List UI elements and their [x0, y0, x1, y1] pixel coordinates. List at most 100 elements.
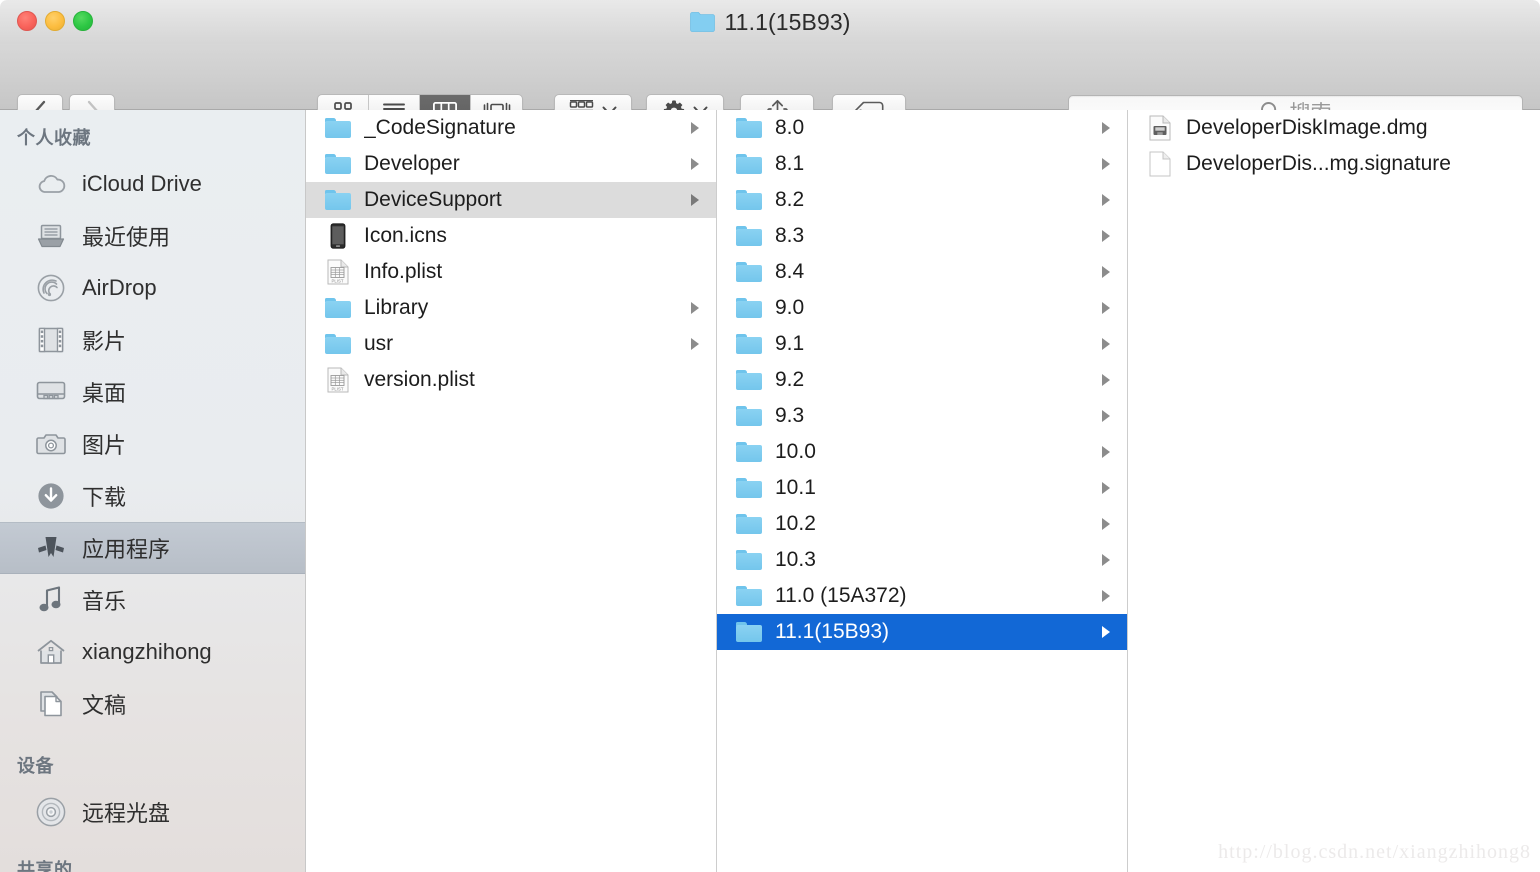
list-item[interactable]: usr	[306, 326, 716, 362]
minimize-button[interactable]	[45, 11, 65, 31]
sidebar-item-desktop[interactable]: 桌面	[0, 366, 305, 418]
list-item[interactable]: 10.3	[717, 542, 1127, 578]
sidebar[interactable]: 个人收藏 iCloud Drive 最近使用 AirDrop 影片 桌面 图片 …	[0, 110, 306, 872]
disclosure-arrow-icon[interactable]	[1099, 336, 1113, 352]
sidebar-item-airdrop[interactable]: AirDrop	[0, 262, 305, 314]
finder-window: 11.1(15B93) 个人收藏 iCloud Drive 最近使用 AirDr…	[0, 0, 1540, 872]
folder-icon	[324, 331, 352, 357]
disclosure-arrow-icon[interactable]	[1099, 588, 1113, 604]
dmg-icon	[1146, 115, 1174, 141]
sidebar-item-label: iCloud Drive	[82, 171, 202, 196]
list-item-label: Developer	[364, 152, 460, 175]
sidebar-item-label: xiangzhihong	[82, 639, 212, 664]
close-button[interactable]	[17, 11, 37, 31]
disclosure-arrow-icon[interactable]	[688, 120, 702, 136]
zoom-button[interactable]	[73, 11, 93, 31]
list-item[interactable]: PLIST Info.plist	[306, 254, 716, 290]
list-item[interactable]: 10.0	[717, 434, 1127, 470]
list-item-label: 11.1(15B93)	[775, 620, 890, 643]
list-item[interactable]: 8.1	[717, 146, 1127, 182]
list-item[interactable]: PLIST version.plist	[306, 362, 716, 398]
list-item[interactable]: 10.2	[717, 506, 1127, 542]
sidebar-item-documents[interactable]: 文稿	[0, 678, 305, 730]
list-item[interactable]: Developer	[306, 146, 716, 182]
sidebar-item-movies[interactable]: 影片	[0, 314, 305, 366]
disclosure-arrow-icon[interactable]	[1099, 408, 1113, 424]
folder-icon	[324, 187, 352, 213]
list-item[interactable]: 9.3	[717, 398, 1127, 434]
list-item-label: 9.1	[775, 332, 805, 355]
column-1[interactable]: _CodeSignature Developer DeviceSupport I…	[306, 110, 717, 872]
sidebar-item-downloads[interactable]: 下载	[0, 470, 305, 522]
list-item[interactable]: 9.2	[717, 362, 1127, 398]
disclosure-arrow-icon[interactable]	[1099, 120, 1113, 136]
list-item[interactable]: Icon.icns	[306, 218, 716, 254]
optical-disc-icon	[36, 797, 66, 827]
list-item-label: usr	[364, 332, 394, 355]
desktop-icon	[36, 377, 66, 407]
list-item-label: 10.2	[775, 512, 816, 535]
list-item-selected-inactive[interactable]: DeviceSupport	[306, 182, 716, 218]
list-item[interactable]: 10.1	[717, 470, 1127, 506]
pictures-icon	[36, 429, 66, 459]
list-item[interactable]: DeveloperDis...mg.signature	[1128, 146, 1539, 182]
list-item[interactable]: 11.0 (15A372)	[717, 578, 1127, 614]
folder-icon	[735, 583, 763, 609]
list-item-label: 8.4	[775, 260, 805, 283]
plist-icon: PLIST	[324, 367, 352, 393]
list-item-label: 9.0	[775, 296, 805, 319]
sidebar-item-icloud-drive[interactable]: iCloud Drive	[0, 158, 305, 210]
sidebar-item-music[interactable]: 音乐	[0, 574, 305, 626]
sidebar-item-pictures[interactable]: 图片	[0, 418, 305, 470]
folder-icon	[735, 547, 763, 573]
folder-icon	[735, 511, 763, 537]
list-item[interactable]: 8.2	[717, 182, 1127, 218]
list-item[interactable]: 9.0	[717, 290, 1127, 326]
disclosure-arrow-icon[interactable]	[1099, 552, 1113, 568]
sidebar-item-applications[interactable]: 应用程序	[0, 522, 305, 574]
folder-icon	[735, 439, 763, 465]
disclosure-arrow-icon[interactable]	[1099, 228, 1113, 244]
sidebar-item-label: 音乐	[82, 589, 127, 614]
folder-icon	[735, 295, 763, 321]
sidebar-item-label: 影片	[82, 329, 127, 354]
title-bar: 11.1(15B93)	[0, 0, 1540, 44]
sidebar-section-devices-header: 设备	[17, 756, 54, 776]
recents-icon	[36, 221, 66, 251]
disclosure-arrow-icon[interactable]	[1099, 192, 1113, 208]
list-item-label: 10.1	[775, 476, 816, 499]
folder-icon	[735, 115, 763, 141]
list-item-selected[interactable]: 11.1(15B93)	[717, 614, 1127, 650]
column-2[interactable]: 8.0 8.1 8.2 8.3 8.4 9.0 9.1 9.2 9.3 10.0…	[717, 110, 1128, 872]
sidebar-item-label: 桌面	[82, 381, 127, 406]
disclosure-arrow-icon[interactable]	[1099, 156, 1113, 172]
sidebar-item-label: AirDrop	[82, 275, 157, 300]
list-item-label: DeveloperDiskImage.dmg	[1186, 116, 1428, 139]
disclosure-arrow-icon[interactable]	[688, 300, 702, 316]
list-item[interactable]: Library	[306, 290, 716, 326]
disclosure-arrow-icon[interactable]	[1099, 372, 1113, 388]
list-item[interactable]: 8.4	[717, 254, 1127, 290]
disclosure-arrow-icon[interactable]	[688, 192, 702, 208]
list-item[interactable]: 8.3	[717, 218, 1127, 254]
column-3[interactable]: DeveloperDiskImage.dmg DeveloperDis...mg…	[1128, 110, 1539, 872]
svg-text:PLIST: PLIST	[332, 386, 344, 391]
plist-icon: PLIST	[324, 259, 352, 285]
folder-icon	[735, 331, 763, 357]
sidebar-item-home[interactable]: xiangzhihong	[0, 626, 305, 678]
disclosure-arrow-icon[interactable]	[688, 336, 702, 352]
disclosure-arrow-icon[interactable]	[1099, 516, 1113, 532]
disclosure-arrow-icon[interactable]	[1099, 444, 1113, 460]
disclosure-arrow-icon[interactable]	[1099, 624, 1113, 640]
list-item[interactable]: 8.0	[717, 110, 1127, 146]
list-item[interactable]: _CodeSignature	[306, 110, 716, 146]
disclosure-arrow-icon[interactable]	[1099, 300, 1113, 316]
disclosure-arrow-icon[interactable]	[688, 156, 702, 172]
disclosure-arrow-icon[interactable]	[1099, 264, 1113, 280]
sidebar-item-recents[interactable]: 最近使用	[0, 210, 305, 262]
disclosure-arrow-icon[interactable]	[1099, 480, 1113, 496]
list-item[interactable]: DeveloperDiskImage.dmg	[1128, 110, 1539, 146]
list-item-label: 10.0	[775, 440, 816, 463]
sidebar-item-remote-disc[interactable]: 远程光盘	[0, 786, 305, 838]
list-item[interactable]: 9.1	[717, 326, 1127, 362]
